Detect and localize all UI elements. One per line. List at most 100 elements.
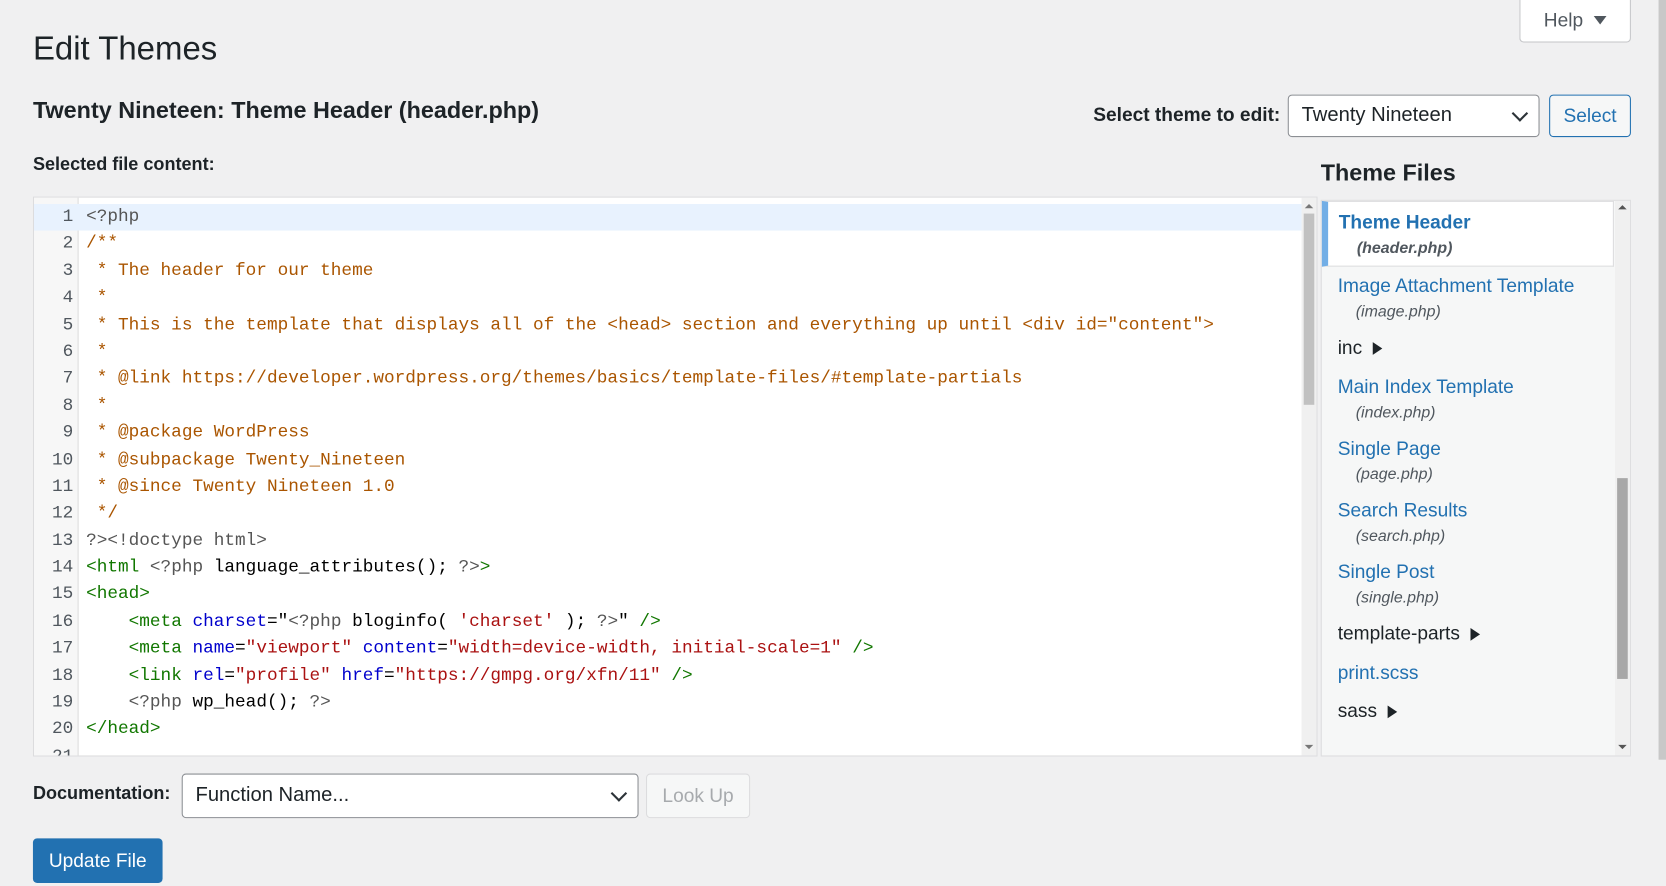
- code-token-tag: />: [852, 638, 874, 660]
- triangle-down-icon: [1593, 15, 1607, 25]
- line-number: 15: [52, 584, 74, 606]
- file-item[interactable]: Main Index Template (index.php): [1322, 368, 1630, 430]
- page-scrollbar[interactable]: [1658, 0, 1666, 760]
- look-up-button[interactable]: Look Up: [646, 773, 751, 819]
- select-theme-button[interactable]: Select: [1549, 94, 1631, 138]
- line-number: 10: [52, 449, 74, 471]
- files-scrollbar[interactable]: [1615, 200, 1630, 756]
- file-item[interactable]: print.scss: [1322, 653, 1630, 691]
- code-line[interactable]: 5 * This is the template that displays a…: [34, 312, 1302, 339]
- scroll-up-icon[interactable]: [1618, 205, 1627, 210]
- code-token-tag: />: [639, 611, 661, 633]
- code-token-comment: * This is the template that displays all…: [86, 315, 1214, 336]
- code-token-tag: <head>: [86, 584, 150, 606]
- code-token-plain: =: [235, 638, 246, 660]
- editor-scrollbar[interactable]: [1301, 197, 1317, 756]
- chevron-down-icon: [610, 785, 628, 802]
- line-number: 1: [62, 207, 74, 228]
- code-line[interactable]: 17 <meta name="viewport" content="width=…: [34, 636, 1302, 663]
- code-line[interactable]: 6 *: [34, 339, 1302, 366]
- code-token-comment: */: [86, 503, 118, 525]
- code-line[interactable]: 10 * @subpackage Twenty_Nineteen: [34, 447, 1302, 474]
- code-token-plain: ();: [266, 692, 310, 713]
- code-token-comment: /**: [86, 234, 118, 255]
- code-line[interactable]: 18 <link rel="profile" href="https://gmp…: [34, 663, 1302, 690]
- code-line[interactable]: 3 * The header for our theme: [34, 258, 1302, 285]
- function-name-select[interactable]: Function Name...: [181, 773, 639, 819]
- code-line[interactable]: 21: [34, 744, 1302, 756]
- code-line[interactable]: 12 */: [34, 501, 1302, 528]
- help-button[interactable]: Help: [1519, 0, 1631, 43]
- code-token-meta: <?php: [128, 692, 193, 713]
- code-token-plain: =: [384, 665, 395, 686]
- file-link[interactable]: print.scss: [1338, 662, 1630, 684]
- code-line[interactable]: 15 <head>: [34, 582, 1302, 609]
- folder-sass[interactable]: sass: [1322, 692, 1630, 731]
- file-item[interactable]: Search Results (search.php): [1322, 491, 1630, 553]
- code-line[interactable]: 9 * @package WordPress: [34, 420, 1302, 447]
- code-token-tag: >: [479, 557, 491, 579]
- code-token-meta: <?php: [86, 207, 140, 228]
- line-number: 9: [62, 423, 74, 444]
- theme-select-value: Twenty Nineteen: [1301, 104, 1452, 127]
- line-number: 11: [52, 476, 74, 498]
- update-file-button[interactable]: Update File: [32, 838, 163, 883]
- file-filename: (header.php): [1356, 239, 1453, 258]
- file-link[interactable]: Search Results: [1338, 499, 1630, 521]
- line-number: 19: [52, 692, 74, 713]
- code-token-tag: <html: [86, 557, 140, 579]
- code-token-meta: ?>: [458, 557, 480, 579]
- code-line[interactable]: 16 <meta charset="<?php bloginfo( 'chars…: [34, 609, 1302, 636]
- code-token-tag: <meta: [128, 638, 182, 660]
- help-label: Help: [1543, 9, 1584, 31]
- code-line[interactable]: 13 ?><!doctype html>: [34, 528, 1302, 555]
- code-line[interactable]: 8 *: [34, 393, 1302, 420]
- file-link[interactable]: Single Page: [1338, 438, 1630, 460]
- file-item[interactable]: Theme Header (header.php): [1321, 200, 1614, 267]
- code-lines[interactable]: 1 <?php 2/** 3 * The header for our theme 4 …: [34, 204, 1302, 756]
- code-token-tag: />: [671, 665, 693, 686]
- file-item[interactable]: Image Attachment Template (image.php): [1322, 267, 1630, 329]
- folder-template-parts[interactable]: template-parts: [1322, 614, 1630, 653]
- line-number: 7: [62, 369, 74, 390]
- code-editor[interactable]: 1 <?php 2/** 3 * The header for our theme 4 …: [32, 196, 1318, 757]
- code-token-plain: =": [266, 611, 289, 633]
- code-token-meta: <?php: [139, 557, 214, 579]
- triangle-right-icon: [1372, 341, 1383, 355]
- file-link[interactable]: Single Post: [1338, 561, 1630, 583]
- file-item[interactable]: Single Post (single.php): [1322, 553, 1630, 615]
- code-line[interactable]: 11 * @since Twenty Nineteen 1.0: [34, 474, 1302, 501]
- code-line[interactable]: 19 <?php wp_head(); ?>: [34, 690, 1302, 717]
- code-line[interactable]: 14 <html <?php language_attributes(); ?>>: [34, 555, 1302, 582]
- folder-label: sass: [1337, 700, 1378, 722]
- code-line[interactable]: 7 * @link https://developer.wordpress.or…: [34, 366, 1302, 393]
- code-token-comment: * @link https://developer.wordpress.org/…: [86, 369, 1023, 390]
- scroll-down-icon[interactable]: [1304, 744, 1314, 750]
- scroll-up-icon[interactable]: [1304, 204, 1314, 209]
- code-line[interactable]: 1 <?php: [34, 204, 1302, 231]
- scroll-down-icon[interactable]: [1618, 744, 1627, 750]
- theme-select-label: Select theme to edit:: [1093, 104, 1281, 126]
- theme-select[interactable]: Twenty Nineteen: [1287, 94, 1540, 138]
- file-link[interactable]: Theme Header: [1339, 211, 1613, 233]
- editor-scroll-thumb[interactable]: [1303, 213, 1315, 405]
- documentation-label: Documentation:: [32, 783, 171, 804]
- folder-inc[interactable]: inc: [1322, 328, 1630, 367]
- file-filename: (page.php): [1355, 465, 1433, 484]
- code-token-comment: * @since Twenty Nineteen 1.0: [86, 476, 395, 498]
- code-line[interactable]: 20 </head>: [34, 717, 1302, 744]
- file-link[interactable]: Main Index Template: [1338, 376, 1630, 398]
- code-line[interactable]: 2 /**: [34, 231, 1302, 258]
- line-number: 5: [62, 315, 74, 336]
- files-scroll-thumb[interactable]: [1617, 478, 1628, 679]
- code-line[interactable]: 4 *: [34, 285, 1302, 312]
- line-number: 6: [62, 342, 74, 363]
- file-link[interactable]: Image Attachment Template: [1338, 275, 1630, 297]
- file-item[interactable]: Single Page (page.php): [1322, 429, 1630, 491]
